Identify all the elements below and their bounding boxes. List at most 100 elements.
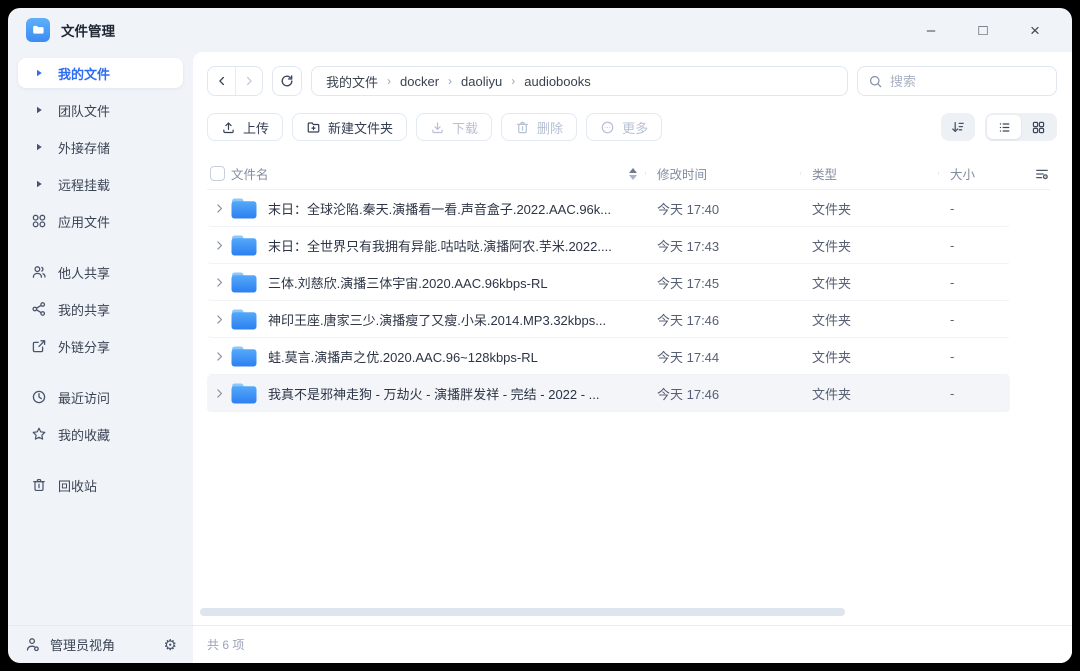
sidebar-item[interactable]: 回收站 [18, 470, 183, 500]
chevron-right-icon[interactable] [207, 202, 231, 215]
breadcrumb-segment[interactable]: 我的文件 [326, 72, 378, 91]
sidebar-item[interactable]: 外链分享 [18, 331, 183, 361]
file-size: - [938, 349, 1010, 364]
refresh-button[interactable] [272, 66, 302, 96]
column-header-type[interactable]: 类型 [800, 164, 938, 183]
new-folder-button[interactable]: 新建文件夹 [292, 113, 407, 141]
sidebar-item[interactable]: 远程挂载 [18, 169, 183, 199]
file-type: 文件夹 [800, 236, 938, 255]
sort-arrows-icon[interactable] [629, 168, 637, 180]
folder-icon [231, 309, 257, 330]
file-name: 末日：全世界只有我拥有异能.咕咕哒.演播阿农.芋米.2022.... [268, 236, 612, 255]
sidebar-item[interactable]: 最近访问 [18, 382, 183, 412]
share-icon [31, 301, 47, 317]
upload-button[interactable]: 上传 [207, 113, 283, 141]
table-header: 文件名 修改时间 类型 大小 [207, 158, 1050, 190]
download-button[interactable]: 下载 [416, 113, 492, 141]
breadcrumb-separator: › [511, 74, 515, 88]
sidebar-item[interactable]: 我的共享 [18, 294, 183, 324]
sidebar-item[interactable]: 外接存储 [18, 132, 183, 162]
file-name: 神印王座.唐家三少.演播瘦了又瘦.小呆.2014.MP3.32kbps... [268, 310, 606, 329]
chevron-right-icon[interactable] [207, 239, 231, 252]
content-panel: 我的文件›docker›daoliyu›audiobooks 上传新建文件夹下载… [193, 52, 1072, 663]
list-view-button[interactable] [987, 115, 1021, 139]
table-row[interactable]: 我真不是邪神走狗 - 万劫火 - 演播胖发祥 - 完结 - 2022 - ...… [207, 375, 1010, 412]
file-modified-time: 今天 17:44 [645, 347, 800, 366]
select-all-checkbox[interactable] [210, 166, 225, 181]
close-button[interactable]: × [1026, 22, 1044, 39]
breadcrumb-separator: › [448, 74, 452, 88]
file-type: 文件夹 [800, 310, 938, 329]
toolbar-button-label: 新建文件夹 [328, 118, 393, 137]
file-name: 三体.刘慈欣.演播三体宇宙.2020.AAC.96kbps-RL [268, 273, 548, 292]
chevron-right-icon[interactable] [207, 387, 231, 400]
sidebar-item-label: 回收站 [58, 476, 97, 495]
maximize-button[interactable]: □ [974, 23, 992, 38]
sort-button[interactable] [941, 113, 975, 141]
folder-icon [231, 198, 257, 219]
triangle-right-icon [31, 65, 47, 81]
breadcrumb-segment[interactable]: daoliyu [461, 74, 502, 89]
delete-button[interactable]: 删除 [501, 113, 577, 141]
status-bar: 共 6 项 [193, 625, 1072, 663]
sidebar-item[interactable]: 我的收藏 [18, 419, 183, 449]
table-row[interactable]: 神印王座.唐家三少.演播瘦了又瘦.小呆.2014.MP3.32kbps... 今… [207, 301, 1010, 338]
table-row[interactable]: 三体.刘慈欣.演播三体宇宙.2020.AAC.96kbps-RL 今天 17:4… [207, 264, 1010, 301]
file-modified-time: 今天 17:43 [645, 236, 800, 255]
file-list: 末日：全球沦陷.秦天.演播看一看.声音盒子.2022.AAC.96k... 今天… [207, 190, 1010, 412]
table-row[interactable]: 蛙.莫言.演播声之优.2020.AAC.96~128kbps-RL 今天 17:… [207, 338, 1010, 375]
chevron-right-icon[interactable] [207, 350, 231, 363]
breadcrumb-segment[interactable]: audiobooks [524, 74, 591, 89]
file-type: 文件夹 [800, 347, 938, 366]
column-settings-icon[interactable] [1010, 166, 1050, 182]
folder-icon [231, 272, 257, 293]
trash-icon [31, 477, 47, 493]
sidebar-item-label: 我的文件 [58, 64, 110, 83]
sidebar-item-label: 最近访问 [58, 388, 110, 407]
triangle-right-icon [31, 176, 47, 192]
breadcrumb[interactable]: 我的文件›docker›daoliyu›audiobooks [311, 66, 848, 96]
table-row[interactable]: 末日：全世界只有我拥有异能.咕咕哒.演播阿农.芋米.2022.... 今天 17… [207, 227, 1010, 264]
gear-icon[interactable]: ⚙ [164, 636, 177, 654]
chevron-right-icon[interactable] [207, 313, 231, 326]
file-modified-time: 今天 17:45 [645, 273, 800, 292]
minimize-button[interactable]: – [922, 23, 940, 38]
view-toggle [985, 113, 1057, 141]
search-box [857, 66, 1057, 96]
file-type: 文件夹 [800, 384, 938, 403]
delete-icon [515, 120, 530, 135]
grid-view-button[interactable] [1021, 115, 1055, 139]
sidebar-item[interactable]: 应用文件 [18, 206, 183, 236]
app-grid-icon [31, 213, 47, 229]
item-count: 共 6 项 [207, 636, 244, 653]
sidebar-footer: 管理员视角 ⚙ [8, 625, 193, 663]
column-header-name[interactable]: 文件名 [231, 164, 269, 183]
search-input[interactable] [890, 74, 1046, 89]
toolbar-button-label: 上传 [243, 118, 269, 137]
sidebar-item-label: 外接存储 [58, 138, 110, 157]
triangle-right-icon [31, 139, 47, 155]
upload-icon [221, 120, 236, 135]
sidebar-item[interactable]: 他人共享 [18, 257, 183, 287]
file-size: - [938, 275, 1010, 290]
back-button[interactable] [208, 67, 235, 95]
toolbar-button-label: 删除 [537, 118, 563, 137]
breadcrumb-segment[interactable]: docker [400, 74, 439, 89]
admin-view-label: 管理员视角 [50, 635, 115, 654]
history-nav [207, 66, 263, 96]
forward-button[interactable] [235, 67, 262, 95]
column-header-size[interactable]: 大小 [938, 164, 1010, 183]
sidebar-item[interactable]: 团队文件 [18, 95, 183, 125]
triangle-right-icon [31, 102, 47, 118]
app-title: 文件管理 [61, 20, 115, 40]
more-button[interactable]: 更多 [586, 113, 662, 141]
column-header-time[interactable]: 修改时间 [645, 164, 800, 183]
download-icon [430, 120, 445, 135]
people-icon [31, 264, 47, 280]
folder-icon [231, 346, 257, 367]
chevron-right-icon[interactable] [207, 276, 231, 289]
table-row[interactable]: 末日：全球沦陷.秦天.演播看一看.声音盒子.2022.AAC.96k... 今天… [207, 190, 1010, 227]
sidebar-item-label: 应用文件 [58, 212, 110, 231]
horizontal-scrollbar[interactable] [200, 608, 845, 616]
sidebar-item[interactable]: 我的文件 [18, 58, 183, 88]
